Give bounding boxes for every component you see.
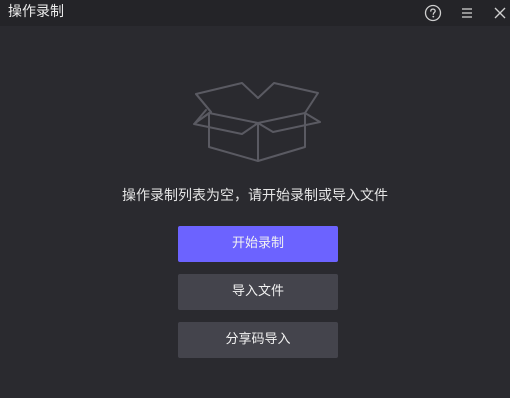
share-code-import-button[interactable]: 分享码导入 [178,322,338,358]
menu-button[interactable] [457,3,477,23]
help-circle-icon [423,3,443,23]
menu-icon [457,3,477,23]
recording-window: 操作录制 操作录制列表为空，请开始录制或导入文件 开始录制 导入文件 分享码导入 [0,0,510,398]
empty-state-message: 操作录制列表为空，请开始录制或导入文件 [122,188,388,204]
title-bar: 操作录制 [0,0,510,26]
close-button[interactable] [490,3,510,23]
start-recording-button[interactable]: 开始录制 [178,226,338,262]
window-title: 操作录制 [8,4,64,20]
empty-box-icon [192,80,322,164]
close-icon [490,3,510,23]
import-file-button[interactable]: 导入文件 [178,274,338,310]
help-button[interactable] [423,3,443,23]
